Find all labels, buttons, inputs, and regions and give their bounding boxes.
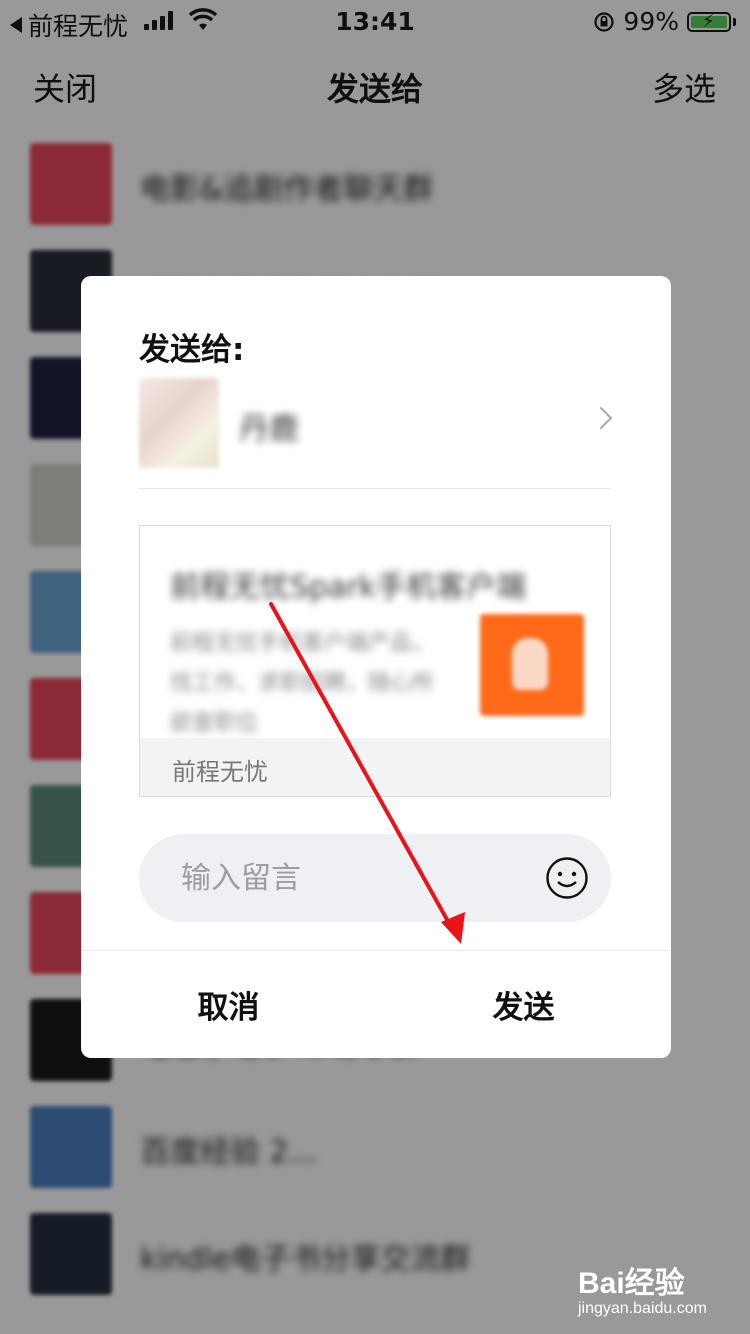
- share-screen: 前程无忧 13:41 99% ⚡ 关闭 发送给 多选 电影&追剧作者聊天群 百度…: [0, 0, 750, 1334]
- recipient-row[interactable]: 丹鹿: [139, 372, 613, 489]
- recipient-name: 丹鹿: [239, 412, 299, 447]
- app-logo-icon: [480, 614, 584, 716]
- baidu-watermark: Bai经验 jingyan.baidu.com: [578, 1258, 738, 1320]
- dialog-heading: 发送给:: [139, 332, 245, 368]
- emoji-icon[interactable]: [545, 856, 589, 900]
- watermark-logo: Bai经验: [578, 1267, 685, 1300]
- send-button[interactable]: 发送: [376, 950, 671, 1058]
- share-card-source: 前程无忧: [172, 758, 268, 786]
- share-card-description: 前程无忧手机客户端产品，找工作、求职招聘，随心所欲查职位: [170, 631, 435, 736]
- share-card-footer: 前程无忧: [140, 738, 610, 796]
- share-card: 前程无忧Spark手机客户端 前程无忧手机客户端产品，找工作、求职招聘，随心所欲…: [139, 525, 611, 797]
- share-card-title: 前程无忧Spark手机客户端: [170, 570, 527, 605]
- send-dialog: 发送给: 丹鹿 前程无忧Spark手机客户端 前程无忧手机客户端产品，找工作、求…: [81, 276, 671, 1058]
- message-box: [139, 834, 611, 922]
- chevron-right-icon: [589, 406, 613, 430]
- cancel-button[interactable]: 取消: [81, 950, 376, 1058]
- recipient-avatar: [139, 378, 219, 468]
- watermark-url: jingyan.baidu.com: [578, 1300, 707, 1317]
- message-input[interactable]: [181, 834, 521, 922]
